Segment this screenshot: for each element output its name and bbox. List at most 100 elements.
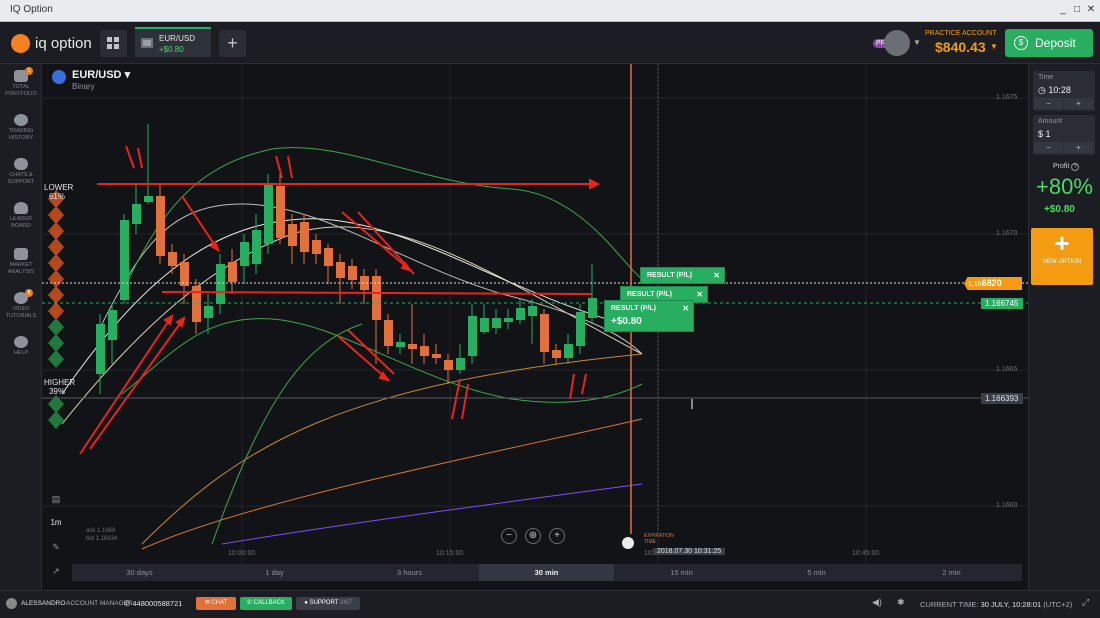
close-icon[interactable]: ✕ <box>1084 3 1098 17</box>
sidebar-item-market[interactable]: MARKET ANALYSIS <box>0 248 42 276</box>
close-icon[interactable]: ✕ <box>713 268 720 283</box>
callback-button[interactable]: ✆ CALLBACK <box>240 597 292 610</box>
portfolio-badge: 1 <box>25 67 33 75</box>
price-level: 1.1670 <box>996 230 1018 237</box>
trade-panel: Time ◷ 10:28 − + Amount $ 1 − + <box>1028 64 1100 590</box>
sidebar-item-label: CHATS & SUPPORT <box>7 172 35 185</box>
result-value: +$0.80 <box>611 316 642 327</box>
sidebar-item-history[interactable]: TRADING HISTORY <box>0 114 42 142</box>
period-30-days[interactable]: 30 days <box>72 564 207 581</box>
new-option-label: NEW OPTION <box>1042 259 1082 265</box>
leaderboard-icon <box>14 202 28 214</box>
lower-label: LOWER <box>44 183 74 192</box>
timeframe-selector[interactable]: 1m <box>48 518 64 532</box>
sidebar-item-label: TRADING HISTORY <box>8 128 34 141</box>
sidebar-item-chat[interactable]: CHATS & SUPPORT <box>0 158 42 186</box>
time-label: 10:45:00 <box>852 550 880 557</box>
higher-label: HIGHER <box>44 378 76 387</box>
current-time: CURRENT TIME: 30 JULY, 10:28:01 (UTC+2) <box>920 600 1073 609</box>
price-level: 1.1675 <box>996 94 1018 101</box>
tutorials-badge: 8 <box>25 289 33 297</box>
asset-tab-eurusd[interactable]: EUR/USD +$0.80 <box>135 27 211 57</box>
sidebar-item-label: MARKET ANALYSIS <box>7 262 35 275</box>
time-plus-button[interactable]: + <box>1064 98 1093 109</box>
amount-plus-button[interactable]: + <box>1064 142 1093 153</box>
recenter-icon[interactable]: ⊕ <box>525 528 541 544</box>
ask-price: ask 1.1669 <box>86 528 116 534</box>
sidebar-item-label: TOTAL PORTFOLIO <box>5 84 37 97</box>
chart-canvas <box>42 64 1028 564</box>
sidebar: 1 TOTAL PORTFOLIO TRADING HISTORY CHATS … <box>0 64 42 590</box>
newspaper-icon <box>14 248 28 260</box>
bid-price: bid 1.16634 <box>86 536 118 542</box>
add-asset-button[interactable]: + <box>219 30 246 57</box>
account-manager-label: ACCOUNT MANAGER <box>66 600 133 607</box>
price-level: 1.1665 <box>996 366 1018 373</box>
zoom-in-button[interactable]: + <box>549 528 565 544</box>
current-price-tag: 1.166820 <box>964 277 1022 290</box>
account-chevron-icon[interactable]: ▼ <box>990 42 998 51</box>
settings-icon[interactable]: ✱ <box>897 597 905 608</box>
lower-indicator: LOWER 61% <box>44 183 74 201</box>
expiration-label: EXPIRATION TIME <box>644 533 674 545</box>
time-label: 10:15:00 <box>436 550 464 557</box>
period-30-min[interactable]: 30 min <box>479 564 614 581</box>
time-selector[interactable]: Time ◷ 10:28 − + <box>1033 71 1095 111</box>
time-minus-button[interactable]: − <box>1034 98 1063 109</box>
chevron-down-icon[interactable]: ▼ <box>913 38 921 47</box>
username[interactable]: ALESSANDRO <box>21 600 65 607</box>
logo-text: iq option <box>35 35 92 52</box>
maximize-icon[interactable]: □ <box>1070 3 1084 17</box>
period-5-min[interactable]: 5 min <box>749 564 884 581</box>
avatar[interactable] <box>884 30 910 56</box>
higher-pct: 39% <box>48 387 65 396</box>
account-balance[interactable]: $840.43 <box>935 39 986 55</box>
drawing-tool-icon[interactable]: ✎ <box>48 542 64 556</box>
asset-name: EUR/USD ▾ <box>72 69 131 81</box>
period-2-min[interactable]: 2 min <box>884 564 1019 581</box>
amount-minus-button[interactable]: − <box>1034 142 1063 153</box>
new-option-button[interactable]: + NEW OPTION <box>1031 228 1093 285</box>
asset-tab-pl: +$0.80 <box>159 45 184 54</box>
help-icon <box>14 336 28 348</box>
minimize-icon[interactable]: _ <box>1056 3 1070 17</box>
price-chart[interactable] <box>42 64 1028 564</box>
fullscreen-icon[interactable]: ⤢ <box>1082 597 1089 608</box>
grid-menu-button[interactable] <box>100 30 127 57</box>
sidebar-item-label: LEADER BOARD <box>9 216 32 229</box>
result-card[interactable]: RESULT (P/L) ✕ <box>640 267 725 284</box>
period-1-day[interactable]: 1 day <box>207 564 342 581</box>
sidebar-item-leaderboard[interactable]: LEADER BOARD <box>0 202 42 230</box>
amount-input[interactable]: Amount $ 1 − + <box>1033 115 1095 155</box>
chart-type-icon[interactable]: ↗ <box>48 566 64 580</box>
support-button[interactable]: ● SUPPORT 24/7 <box>296 597 360 610</box>
sidebar-item-tutorials[interactable]: 8 VIDEO TUTORIALS <box>0 289 42 320</box>
window-title: IQ Option <box>10 4 53 15</box>
flag-icon <box>52 70 66 84</box>
asset-tab-symbol: EUR/USD <box>159 34 196 43</box>
cursor-price-tag: 1.166393 <box>981 393 1023 404</box>
chat-button[interactable]: ✉ CHAT <box>196 597 236 610</box>
amount-value[interactable]: $ 1 <box>1038 129 1051 139</box>
user-avatar[interactable] <box>6 598 17 609</box>
period-3-hours[interactable]: 3 hours <box>342 564 477 581</box>
lower-pct: 61% <box>48 192 65 201</box>
time-label: Time <box>1038 74 1054 81</box>
volume-icon[interactable]: ◀) <box>872 597 882 608</box>
close-icon[interactable]: ✕ <box>682 301 689 316</box>
bottom-bar: ALESSANDRO ACCOUNT MANAGER ✆ 44800058872… <box>0 590 1100 618</box>
period-15-min[interactable]: 15 min <box>614 564 749 581</box>
sidebar-item-portfolio[interactable]: 1 TOTAL PORTFOLIO <box>0 67 42 98</box>
price-level: 1.1660 <box>996 502 1018 509</box>
zoom-out-button[interactable]: − <box>501 528 517 544</box>
result-card[interactable]: RESULT (P/L) ✕ +$0.80 <box>604 300 694 332</box>
indicators-icon[interactable]: ▤ <box>48 494 64 508</box>
flag-icon <box>141 38 153 48</box>
result-label: RESULT (P/L) <box>627 291 672 298</box>
higher-indicator: HIGHER 39% <box>44 378 75 396</box>
help-icon: ? <box>1071 163 1080 171</box>
profit-percent: +80% <box>1036 174 1093 199</box>
sidebar-item-help[interactable]: HELP <box>0 336 42 357</box>
deposit-button[interactable]: $ Deposit <box>1005 29 1093 57</box>
close-icon[interactable]: ✕ <box>696 287 703 302</box>
